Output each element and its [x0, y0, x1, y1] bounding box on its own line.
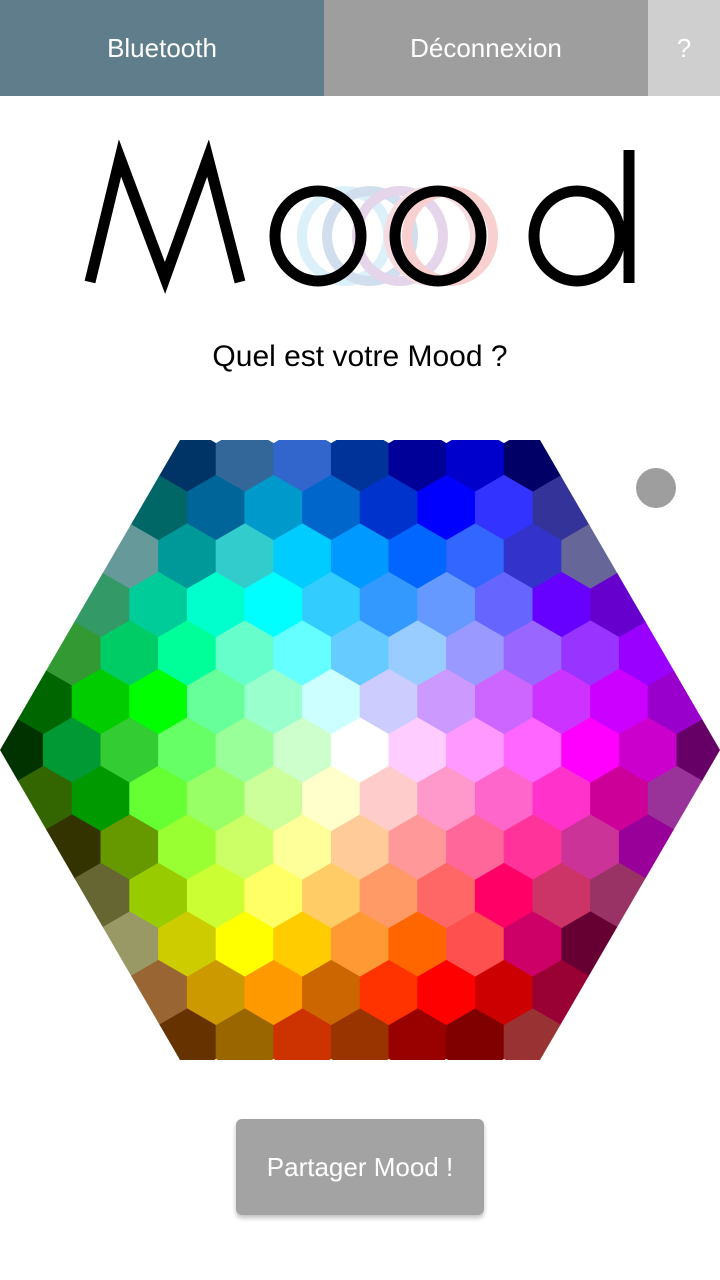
bluetooth-button[interactable]: Bluetooth [0, 0, 324, 96]
disconnect-button[interactable]: Déconnexion [324, 0, 648, 96]
mood-logo [84, 140, 635, 294]
top-bar: Bluetooth Déconnexion ? [0, 0, 720, 96]
share-mood-button[interactable]: Partager Mood ! [236, 1119, 484, 1215]
selection-indicator [636, 468, 676, 508]
help-button[interactable]: ? [648, 0, 720, 96]
hexagon-color-picker[interactable] [0, 430, 720, 1070]
mood-question: Quel est votre Mood ? [212, 340, 508, 373]
